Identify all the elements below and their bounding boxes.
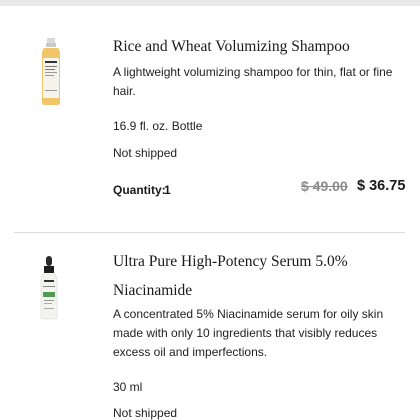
product-title[interactable]: Rice and Wheat Volumizing Shampoo bbox=[113, 38, 350, 56]
product-description: A concentrated 5% Niacinamide serum for … bbox=[113, 307, 384, 359]
item-divider bbox=[14, 232, 405, 233]
product-size: 30 ml bbox=[113, 380, 143, 394]
top-scroll-strip bbox=[0, 0, 420, 6]
product-description: A lightweight volumizing shampoo for thi… bbox=[113, 65, 393, 98]
quantity-label: Quantity: bbox=[113, 183, 166, 197]
product-size: 16.9 fl. oz. Bottle bbox=[113, 119, 203, 133]
shampoo-bottle-icon[interactable] bbox=[38, 38, 64, 106]
quantity-value: 1 bbox=[164, 183, 171, 197]
shipping-status: Not shipped bbox=[113, 146, 178, 160]
product-title-line-1[interactable]: Ultra Pure High-Potency Serum 5.0% bbox=[113, 253, 348, 271]
shipping-status: Not shipped bbox=[113, 406, 178, 420]
sale-price: $ 36.75 bbox=[357, 178, 406, 194]
serum-dropper-bottle-icon[interactable] bbox=[36, 256, 62, 320]
product-title-line-2[interactable]: Niacinamide bbox=[113, 282, 192, 300]
original-price: $ 49.00 bbox=[301, 178, 348, 194]
